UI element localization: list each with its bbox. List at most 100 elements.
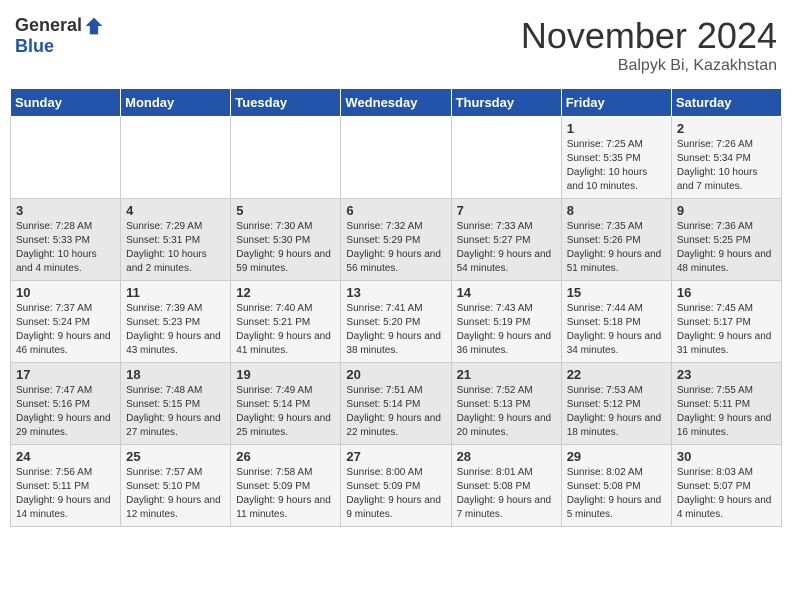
calendar-cell: 11 Sunrise: 7:39 AMSunset: 5:23 PMDayligh… — [121, 281, 231, 363]
logo-general-text: General — [15, 15, 82, 36]
day-detail: Sunrise: 7:39 AMSunset: 5:23 PMDaylight:… — [126, 303, 221, 356]
calendar-cell: 29 Sunrise: 8:02 AMSunset: 5:08 PMDayligh… — [561, 445, 671, 527]
week-row-4: 17Sunrise: 7:47 AMSunset: 5:16 PMDayligh… — [11, 363, 782, 445]
week-row-2: 3 Sunrise: 7:28 AMSunset: 5:33 PMDaylight… — [11, 199, 782, 281]
calendar-cell — [231, 117, 341, 199]
day-detail: Sunrise: 7:29 AMSunset: 5:31 PMDaylight:… — [126, 221, 207, 274]
day-number: 5 — [236, 203, 335, 218]
header-saturday: Saturday — [671, 89, 781, 117]
day-number: 25 — [126, 449, 225, 464]
day-number: 22 — [567, 367, 666, 382]
logo-icon — [84, 16, 104, 36]
day-detail: Sunrise: 7:33 AMSunset: 5:27 PMDaylight:… — [457, 221, 552, 274]
day-detail: Sunrise: 7:26 AMSunset: 5:34 PMDaylight:… — [677, 139, 758, 192]
day-number: 16 — [677, 285, 776, 300]
day-number: 12 — [236, 285, 335, 300]
header-sunday: Sunday — [11, 89, 121, 117]
day-number: 27 — [346, 449, 445, 464]
calendar-cell — [11, 117, 121, 199]
day-detail: Sunrise: 7:37 AMSunset: 5:24 PMDaylight:… — [16, 303, 111, 356]
calendar-cell: 4Sunrise: 7:29 AMSunset: 5:31 PMDaylight… — [121, 199, 231, 281]
day-number: 14 — [457, 285, 556, 300]
header-friday: Friday — [561, 89, 671, 117]
day-number: 28 — [457, 449, 556, 464]
calendar-cell: 17Sunrise: 7:47 AMSunset: 5:16 PMDayligh… — [11, 363, 121, 445]
calendar-cell: 16Sunrise: 7:45 AMSunset: 5:17 PMDayligh… — [671, 281, 781, 363]
day-detail: Sunrise: 8:03 AMSunset: 5:07 PMDaylight:… — [677, 467, 772, 520]
calendar-cell: 9 Sunrise: 7:36 AMSunset: 5:25 PMDaylight… — [671, 199, 781, 281]
day-detail: Sunrise: 7:57 AMSunset: 5:10 PMDaylight:… — [126, 467, 221, 520]
day-number: 18 — [126, 367, 225, 382]
calendar-table: SundayMondayTuesdayWednesdayThursdayFrid… — [10, 88, 782, 527]
calendar-cell: 15Sunrise: 7:44 AMSunset: 5:18 PMDayligh… — [561, 281, 671, 363]
day-detail: Sunrise: 7:49 AMSunset: 5:14 PMDaylight:… — [236, 385, 331, 438]
day-number: 9 — [677, 203, 776, 218]
header-wednesday: Wednesday — [341, 89, 451, 117]
day-detail: Sunrise: 7:41 AMSunset: 5:20 PMDaylight:… — [346, 303, 441, 356]
calendar-cell: 22 Sunrise: 7:53 AMSunset: 5:12 PMDayligh… — [561, 363, 671, 445]
day-number: 15 — [567, 285, 666, 300]
day-number: 20 — [346, 367, 445, 382]
day-number: 29 — [567, 449, 666, 464]
day-number: 24 — [16, 449, 115, 464]
calendar-cell: 30 Sunrise: 8:03 AMSunset: 5:07 PMDayligh… — [671, 445, 781, 527]
day-detail: Sunrise: 7:30 AMSunset: 5:30 PMDaylight:… — [236, 221, 331, 274]
day-detail: Sunrise: 8:02 AMSunset: 5:08 PMDaylight:… — [567, 467, 662, 520]
day-detail: Sunrise: 7:56 AMSunset: 5:11 PMDaylight:… — [16, 467, 111, 520]
calendar-cell: 25 Sunrise: 7:57 AMSunset: 5:10 PMDayligh… — [121, 445, 231, 527]
calendar-cell: 14 Sunrise: 7:43 AMSunset: 5:19 PMDayligh… — [451, 281, 561, 363]
day-detail: Sunrise: 8:01 AMSunset: 5:08 PMDaylight:… — [457, 467, 552, 520]
header-row: SundayMondayTuesdayWednesdayThursdayFrid… — [11, 89, 782, 117]
header-tuesday: Tuesday — [231, 89, 341, 117]
calendar-cell: 10 Sunrise: 7:37 AMSunset: 5:24 PMDayligh… — [11, 281, 121, 363]
logo: General Blue — [15, 15, 104, 57]
day-detail: Sunrise: 7:53 AMSunset: 5:12 PMDaylight:… — [567, 385, 662, 438]
day-number: 11 — [126, 285, 225, 300]
calendar-cell — [121, 117, 231, 199]
day-detail: Sunrise: 7:51 AMSunset: 5:14 PMDaylight:… — [346, 385, 441, 438]
calendar-cell: 27Sunrise: 8:00 AMSunset: 5:09 PMDayligh… — [341, 445, 451, 527]
header-monday: Monday — [121, 89, 231, 117]
day-number: 13 — [346, 285, 445, 300]
logo-blue-text: Blue — [15, 36, 54, 57]
day-detail: Sunrise: 7:28 AMSunset: 5:33 PMDaylight:… — [16, 221, 97, 274]
day-detail: Sunrise: 7:55 AMSunset: 5:11 PMDaylight:… — [677, 385, 772, 438]
day-number: 8 — [567, 203, 666, 218]
week-row-5: 24 Sunrise: 7:56 AMSunset: 5:11 PMDayligh… — [11, 445, 782, 527]
day-detail: Sunrise: 7:32 AMSunset: 5:29 PMDaylight:… — [346, 221, 441, 274]
calendar-cell: 6 Sunrise: 7:32 AMSunset: 5:29 PMDaylight… — [341, 199, 451, 281]
calendar-cell: 28 Sunrise: 8:01 AMSunset: 5:08 PMDayligh… — [451, 445, 561, 527]
header-thursday: Thursday — [451, 89, 561, 117]
month-title: November 2024 — [521, 15, 777, 57]
calendar-cell: 5 Sunrise: 7:30 AMSunset: 5:30 PMDaylight… — [231, 199, 341, 281]
day-number: 1 — [567, 121, 666, 136]
day-number: 19 — [236, 367, 335, 382]
calendar-cell: 1Sunrise: 7:25 AMSunset: 5:35 PMDaylight… — [561, 117, 671, 199]
day-number: 2 — [677, 121, 776, 136]
day-number: 3 — [16, 203, 115, 218]
day-number: 30 — [677, 449, 776, 464]
day-number: 21 — [457, 367, 556, 382]
day-detail: Sunrise: 7:35 AMSunset: 5:26 PMDaylight:… — [567, 221, 662, 274]
calendar-cell: 13 Sunrise: 7:41 AMSunset: 5:20 PMDayligh… — [341, 281, 451, 363]
day-detail: Sunrise: 7:48 AMSunset: 5:15 PMDaylight:… — [126, 385, 221, 438]
calendar-cell: 23 Sunrise: 7:55 AMSunset: 5:11 PMDayligh… — [671, 363, 781, 445]
day-number: 7 — [457, 203, 556, 218]
day-number: 10 — [16, 285, 115, 300]
calendar-cell: 24 Sunrise: 7:56 AMSunset: 5:11 PMDayligh… — [11, 445, 121, 527]
day-number: 23 — [677, 367, 776, 382]
calendar-cell: 18 Sunrise: 7:48 AMSunset: 5:15 PMDayligh… — [121, 363, 231, 445]
day-number: 26 — [236, 449, 335, 464]
calendar-cell: 8 Sunrise: 7:35 AMSunset: 5:26 PMDaylight… — [561, 199, 671, 281]
calendar-cell: 12Sunrise: 7:40 AMSunset: 5:21 PMDayligh… — [231, 281, 341, 363]
title-block: November 2024 Balpyk Bi, Kazakhstan — [521, 15, 777, 75]
day-detail: Sunrise: 7:52 AMSunset: 5:13 PMDaylight:… — [457, 385, 552, 438]
week-row-3: 10 Sunrise: 7:37 AMSunset: 5:24 PMDayligh… — [11, 281, 782, 363]
day-detail: Sunrise: 7:58 AMSunset: 5:09 PMDaylight:… — [236, 467, 331, 520]
calendar-cell: 2 Sunrise: 7:26 AMSunset: 5:34 PMDaylight… — [671, 117, 781, 199]
day-detail: Sunrise: 7:43 AMSunset: 5:19 PMDaylight:… — [457, 303, 552, 356]
day-number: 6 — [346, 203, 445, 218]
location-title: Balpyk Bi, Kazakhstan — [521, 57, 777, 75]
day-detail: Sunrise: 7:36 AMSunset: 5:25 PMDaylight:… — [677, 221, 772, 274]
week-row-1: 1Sunrise: 7:25 AMSunset: 5:35 PMDaylight… — [11, 117, 782, 199]
